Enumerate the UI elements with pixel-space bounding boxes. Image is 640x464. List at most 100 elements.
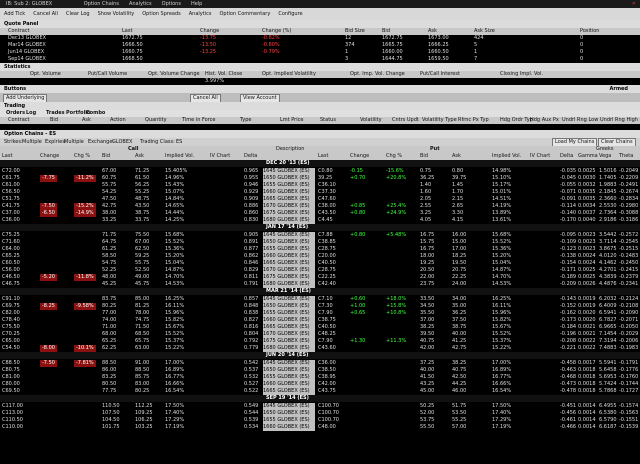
greek-cell: 0.0024: [578, 253, 596, 259]
expiry-section-header[interactable]: SEP 19 '14 (ES): [0, 395, 640, 402]
quote-row[interactable]: Mar14 GLOBEX 1666.50 -13.50 -0.80% 374 1665.7…: [0, 42, 640, 49]
option-row[interactable]: C51.75 47.50 48.75 14.84% 0.909 1665 GLOBEX (…: [0, 196, 640, 203]
put-cell: 2.05: [420, 196, 432, 202]
close-icon[interactable]: ✕: [632, 0, 636, 8]
put-cell: C100.70: [318, 417, 339, 423]
toolbar-button[interactable]: Configure: [278, 11, 302, 17]
call-cell: 74.75: [135, 317, 150, 323]
strike-description: 1660 GLOBEX (ES): [263, 424, 315, 431]
column-header: Change (%): [262, 28, 292, 34]
option-row[interactable]: C75.25 71.75 75.50 15.68% 0.905 1645 GLOBEX (…: [0, 232, 640, 239]
greek-cell: -0.2029: [619, 331, 639, 337]
option-row[interactable]: C72.00 67.00 71.25 15.405% 0.965 1645 GLOBEX …: [0, 168, 640, 175]
exchange[interactable]: GLOBEX: [112, 138, 132, 146]
call-cell: 88.50: [102, 360, 117, 366]
quote-row[interactable]: Sep14 GLOBEX 1668.50 3 1644.75 1659.50 7 0: [0, 56, 640, 63]
option-row[interactable]: C70.25 68.00 68.50 15.52% 0.804 1670 GLOBEX (…: [0, 331, 640, 338]
trading-class[interactable]: ES: [176, 138, 182, 146]
strike-description: 1645 GLOBEX (ES): [263, 403, 315, 410]
call-cell: 14.96%: [165, 175, 185, 181]
toolbar-button[interactable]: Option Spreads: [142, 11, 181, 17]
option-row[interactable]: C61.00 55.75 56.25 15.43% 0.946 1655 GLOBEX (…: [0, 182, 640, 189]
option-row[interactable]: C117.00 110.50 112.25 17.50% 0.549 1645 GLOBE…: [0, 403, 640, 410]
put-cell: 13.61%: [492, 217, 512, 223]
menu-item[interactable]: Analytics: [129, 1, 152, 7]
quote-row[interactable]: Dec13 GLOBEX 1672.75 -13.75 -0.82% 12 1672.75…: [0, 35, 640, 42]
call-cell: C37.00: [2, 210, 20, 216]
put-cell: 4.05: [420, 217, 432, 223]
toolbar-button[interactable]: Add Tick: [4, 11, 25, 17]
option-row[interactable]: C113.00 107.50 109.25 17.40% 0.544 1650 GLOBE…: [0, 410, 640, 417]
option-row[interactable]: C56.00 52.25 52.50 14.87% 0.829 1670 GLOBEX (…: [0, 267, 640, 274]
put-cell: -0.184: [560, 324, 577, 330]
option-row[interactable]: C69.50 77.75 80.25 16.54% 0.522 1665 GLOBEX (…: [0, 388, 640, 395]
put-cell: 2.55: [420, 203, 432, 209]
clear-chains-button[interactable]: Clear Chains: [598, 138, 636, 146]
option-row[interactable]: C46.50 -5.20 -11.8% 48.00 49.00 14.70% 0.811 16…: [0, 274, 640, 281]
option-row[interactable]: C36.00 33.25 33.75 14.25% 0.830 1680 GLOBEX (…: [0, 217, 640, 224]
tab-orders[interactable]: Orders: [6, 110, 25, 117]
option-row[interactable]: C37.00 -6.50 -14.9% 38.00 38.75 14.44% 0.860 16…: [0, 210, 640, 217]
expiries[interactable]: Multiple: [64, 138, 84, 146]
expiry-section-header[interactable]: JUN 20 '14 (ES): [0, 352, 640, 359]
option-row[interactable]: C56.50 54.25 55.25 15.07% 0.929 1660 GLOBEX (…: [0, 189, 640, 196]
option-row[interactable]: C91.10 83.75 85.00 16.25% 0.857 1645 GLOBEX (…: [0, 296, 640, 303]
option-row[interactable]: C54.50 -8.00 -10.1% 62.25 63.00 15.22% 0.779 16…: [0, 345, 640, 352]
panel-button[interactable]: View Account: [240, 94, 280, 102]
option-row[interactable]: C65.00 65.25 65.75 15.37% 0.792 1675 GLOBEX (…: [0, 338, 640, 345]
greek-cell: 0.0023: [578, 239, 596, 245]
expiry-section-header[interactable]: JAN 17 '14 (ES): [0, 224, 640, 231]
option-row[interactable]: C61.75 -7.75 -11.2% 60.75 61.50 14.96% 0.955 16…: [0, 175, 640, 182]
option-row[interactable]: C75.50 71.00 71.50 15.67% 0.816 1665 GLOBEX (…: [0, 324, 640, 331]
exchange-label: Exchange:: [88, 139, 115, 145]
tab-trades[interactable]: Trades: [46, 110, 65, 117]
toolbar-button[interactable]: Option Commentary: [219, 11, 270, 17]
option-row[interactable]: C80.00 80.50 83.00 16.66% 0.527 1660 GLOBEX (…: [0, 381, 640, 388]
panel-button[interactable]: Add Underlying: [3, 94, 48, 102]
menu-item[interactable]: Option Chains: [84, 1, 119, 7]
option-row[interactable]: C80.75 86.00 88.50 16.89% 0.537 1650 GLOBEX (…: [0, 367, 640, 374]
put-cell: 17.40%: [492, 410, 512, 416]
option-row[interactable]: C65.25 58.50 59.25 15.20% 0.862 1660 GLOBEX (…: [0, 253, 640, 260]
option-row[interactable]: C82.00 77.00 78.00 15.96% 0.838 1655 GLOBEX (…: [0, 310, 640, 317]
put-cell: 15.75: [420, 239, 435, 245]
tab-combo[interactable]: Combo: [86, 110, 105, 117]
option-row[interactable]: C81.00 83.25 85.75 16.77% 0.532 1655 GLOBEX (…: [0, 374, 640, 381]
call-cell: C46.75: [2, 281, 20, 287]
toolbar-button[interactable]: Cancel All: [33, 11, 58, 17]
option-row[interactable]: C71.60 64.75 67.00 15.52% 0.891 1650 GLOBEX (…: [0, 239, 640, 246]
menu-item[interactable]: Options: [162, 1, 181, 7]
column-header: Opt. Imp. Vol. Change: [350, 71, 405, 77]
quote-row[interactable]: Jun14 GLOBEX 1660.75 -13.25 -0.79% 1 1660.00 1…: [0, 49, 640, 56]
put-cell: 19.25: [420, 260, 435, 266]
toolbar-button[interactable]: Analytics: [189, 11, 212, 17]
call-cell: 14.70%: [165, 274, 185, 280]
strike-description: 1680 GLOBEX (ES): [263, 217, 315, 224]
column-header: Volatility Type: [422, 117, 457, 123]
option-row[interactable]: C69.75 -8.25 -9.58% 80.25 81.25 16.11% 0.848 16…: [0, 303, 640, 310]
option-row[interactable]: C64.00 61.25 62.50 15.36% 0.877 1655 GLOBEX (…: [0, 246, 640, 253]
option-row[interactable]: C110.50 104.50 106.25 17.29% 0.539 1655 GLOBE…: [0, 417, 640, 424]
expiry-section-header[interactable]: DEC 20 '13 (ES): [0, 160, 640, 167]
menu-item[interactable]: Help: [191, 1, 202, 7]
put-cell: 34.00: [452, 296, 467, 302]
toolbar-button[interactable]: Show Volatility: [98, 11, 135, 17]
tab-log[interactable]: Log: [26, 110, 36, 117]
load-chains-button[interactable]: Load My Chains: [552, 138, 598, 146]
expiry-section-header[interactable]: MAR 21 '14 (ES): [0, 288, 640, 295]
toolbar-button[interactable]: Clear Log: [66, 11, 90, 17]
put-cell: -0.091: [560, 196, 577, 202]
option-row[interactable]: C60.50 54.75 55.75 15.04% 0.846 1665 GLOBEX (…: [0, 260, 640, 267]
put-cell: -0.463: [560, 367, 577, 373]
greek-cell: 1.7405: [599, 175, 617, 181]
strikes[interactable]: Multiple: [22, 138, 42, 146]
panel-button[interactable]: Cancel All: [190, 94, 221, 102]
greek-cell: 0.0018: [578, 367, 596, 373]
option-row[interactable]: C110.00 101.75 103.25 17.19% 0.534 1660 GLOBE…: [0, 424, 640, 431]
option-row[interactable]: C78.40 74.00 74.75 15.82% 0.827 1660 GLOBEX (…: [0, 317, 640, 324]
option-row[interactable]: C46.75 45.25 45.75 14.53% 0.791 1680 GLOBEX (…: [0, 281, 640, 288]
option-row[interactable]: C88.50 -7.50 -7.81% 88.50 91.00 17.00% 0.542 16…: [0, 360, 640, 367]
quote-cell: 7: [474, 56, 478, 62]
put-cell: C42.40: [318, 281, 336, 287]
option-row[interactable]: C41.75 -7.50 -15.2% 42.75 43.50 14.65% 0.886 16…: [0, 203, 640, 210]
